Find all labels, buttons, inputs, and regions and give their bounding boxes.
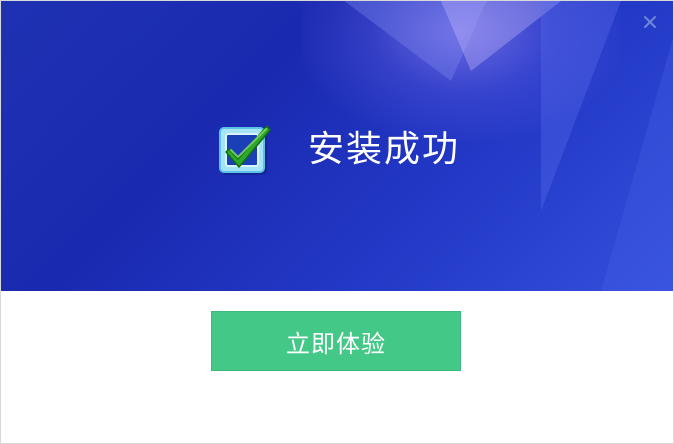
success-banner: 安装成功 xyxy=(1,1,673,291)
checkbox-checked-icon xyxy=(219,125,271,175)
close-button[interactable] xyxy=(639,11,661,33)
installer-window: 安装成功 立即体验 xyxy=(0,0,674,444)
footer: 立即体验 xyxy=(1,291,673,443)
try-now-button[interactable]: 立即体验 xyxy=(211,311,461,371)
close-icon xyxy=(644,16,656,28)
success-title: 安装成功 xyxy=(308,129,461,170)
success-message: 安装成功 xyxy=(1,119,673,181)
